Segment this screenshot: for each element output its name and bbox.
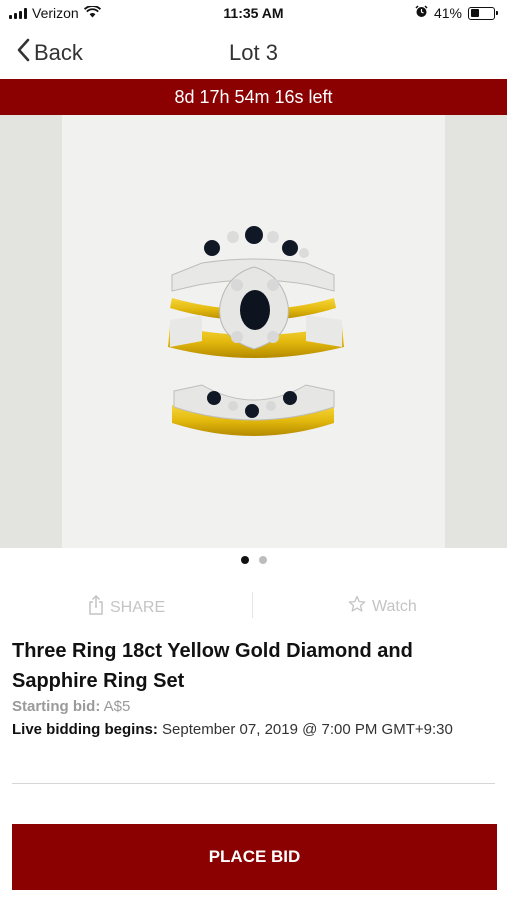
battery-cap <box>496 11 498 15</box>
image-pager[interactable] <box>0 556 507 564</box>
pager-dot[interactable] <box>240 556 249 564</box>
share-icon <box>88 594 104 620</box>
live-bidding-info: Live bidding begins: September 07, 2019 … <box>12 719 492 741</box>
countdown-banner: 8d 17h 54m 16s left <box>0 79 507 115</box>
lot-image-carousel[interactable] <box>0 115 507 548</box>
starting-bid: Starting bid: A$5 <box>12 697 130 717</box>
nav-bar: Back Lot 3 <box>0 30 507 78</box>
status-bar: Verizon 11:35 AM 41% <box>0 0 507 30</box>
watch-label: Watch <box>372 597 417 615</box>
star-icon <box>348 595 366 618</box>
share-button[interactable]: SHARE <box>88 594 166 620</box>
separator <box>12 783 495 784</box>
status-right: 41% <box>415 5 498 21</box>
starting-bid-label: Starting bid: <box>12 698 101 715</box>
battery-fill <box>470 9 480 17</box>
share-label: SHARE <box>110 598 166 616</box>
alarm-icon <box>415 5 428 21</box>
place-bid-button[interactable]: PLACE BID <box>12 824 497 890</box>
battery-icon <box>468 6 498 20</box>
lot-title: Three Ring 18ct Yellow Gold Diamond and … <box>12 640 413 692</box>
live-bidding-label: Live bidding begins: <box>12 721 158 738</box>
starting-bid-value: A$5 <box>103 698 131 715</box>
page-title: Lot 3 <box>229 40 278 65</box>
action-divider <box>252 592 253 618</box>
watch-button[interactable]: Watch <box>348 595 417 618</box>
pager-dot[interactable] <box>258 556 267 564</box>
lot-image <box>62 115 445 548</box>
live-bidding-value: September 07, 2019 @ 7:00 PM GMT+9:30 <box>162 721 453 738</box>
battery-percent: 41% <box>433 5 462 21</box>
action-row: SHARE Watch <box>0 590 507 622</box>
